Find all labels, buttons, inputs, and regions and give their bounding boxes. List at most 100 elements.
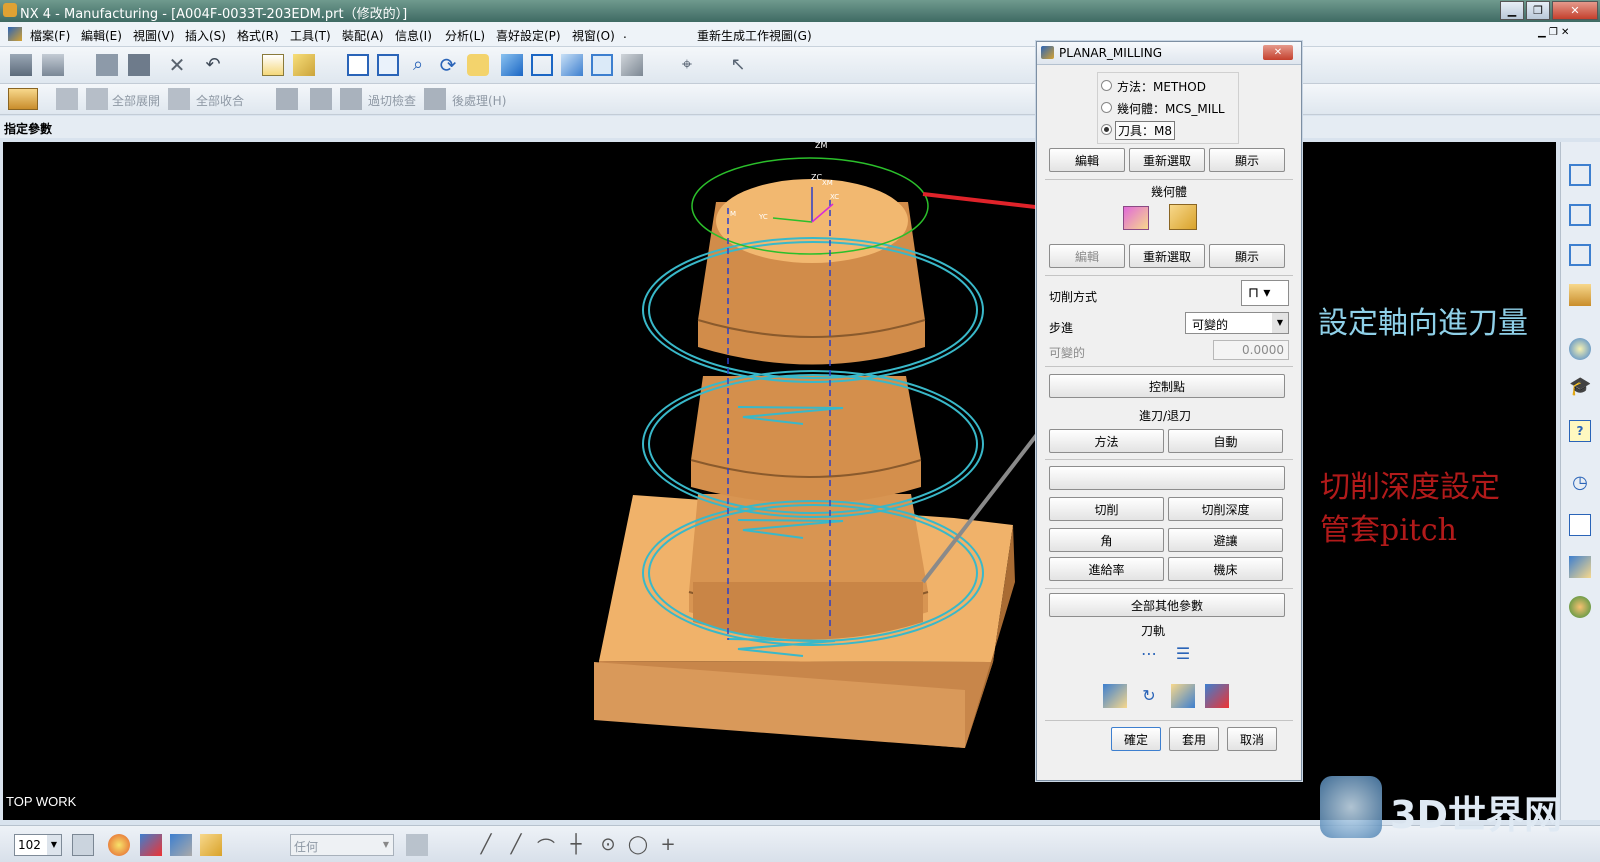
menu-file[interactable]: 檔案(F) bbox=[30, 27, 70, 44]
hidden-edges-icon[interactable] bbox=[561, 54, 583, 76]
program-order-icon[interactable] bbox=[56, 88, 78, 110]
corner-button[interactable]: 角 bbox=[1049, 528, 1164, 552]
fit-icon[interactable] bbox=[347, 54, 369, 76]
menu-edit[interactable]: 編輯(E) bbox=[81, 27, 122, 44]
radio-geometry-label[interactable]: 幾何體：MCS_MILL bbox=[1117, 100, 1225, 117]
history-icon[interactable]: ◷ bbox=[1569, 472, 1591, 494]
step-select[interactable]: 可變的 ▼ bbox=[1185, 312, 1289, 334]
filter-chevron-icon[interactable]: ▼ bbox=[379, 835, 393, 855]
undo-icon[interactable]: ↶ bbox=[202, 54, 224, 76]
arc-icon[interactable]: ⌒ bbox=[535, 834, 557, 859]
view-orient-icon[interactable] bbox=[621, 54, 643, 76]
variable-input[interactable]: 0.0000 bbox=[1213, 340, 1289, 360]
show-hide-icon[interactable] bbox=[140, 834, 162, 856]
edges-icon[interactable] bbox=[591, 54, 613, 76]
measure-icon[interactable] bbox=[262, 54, 284, 76]
post-process-label[interactable]: 後處理(H) bbox=[452, 92, 506, 109]
toolpath-list-icon[interactable]: ☰ bbox=[1171, 642, 1195, 666]
layer-icon[interactable] bbox=[72, 834, 94, 856]
maximize-button[interactable]: ❐ bbox=[1526, 1, 1550, 20]
zoom-icon[interactable]: ⌕ bbox=[407, 54, 429, 76]
snap-view-icon[interactable]: ⌖ bbox=[676, 54, 698, 76]
pencil-icon[interactable] bbox=[293, 54, 315, 76]
menu-format[interactable]: 格式(R) bbox=[237, 27, 279, 44]
expand-all-label[interactable]: 全部展開 bbox=[112, 92, 160, 109]
menu-information[interactable]: 信息(I) bbox=[395, 27, 432, 44]
rotate-icon[interactable]: ⟳ bbox=[437, 54, 459, 76]
machine-icon[interactable] bbox=[1569, 284, 1591, 306]
cancel-button[interactable]: 取消 bbox=[1227, 727, 1277, 751]
close-button[interactable]: ✕ bbox=[1552, 1, 1598, 20]
edit-button[interactable]: 編輯 bbox=[1049, 148, 1125, 172]
blank-icon[interactable] bbox=[170, 834, 192, 856]
menu-assembly[interactable]: 裝配(A) bbox=[342, 27, 384, 44]
menu-more[interactable]: . bbox=[623, 27, 627, 41]
radio-geometry[interactable] bbox=[1101, 102, 1112, 113]
save-icon[interactable] bbox=[128, 54, 150, 76]
menu-analysis[interactable]: 分析(L) bbox=[445, 27, 485, 44]
replay-toolpath-icon[interactable]: ↻ bbox=[1137, 684, 1161, 708]
generate-toolpath-icon[interactable] bbox=[1103, 684, 1127, 708]
chevron-down-icon[interactable]: ▼ bbox=[47, 835, 61, 855]
navigator-icon[interactable] bbox=[1569, 164, 1591, 186]
engage-method-button[interactable]: 方法 bbox=[1049, 429, 1164, 453]
overcut-check-icon[interactable] bbox=[340, 88, 362, 110]
list-toolpath-icon[interactable] bbox=[1205, 684, 1229, 708]
operation-navigator-icon[interactable] bbox=[8, 88, 38, 110]
cut-method-select[interactable]: ⊓ ▾ bbox=[1241, 280, 1289, 306]
blank-wide-button[interactable] bbox=[1049, 466, 1285, 490]
training-icon[interactable]: 🎓 bbox=[1569, 376, 1591, 398]
geometry-edit-button[interactable]: 編輯 bbox=[1049, 244, 1125, 268]
collapse-all-icon[interactable] bbox=[168, 88, 190, 110]
shaded-view-icon[interactable] bbox=[501, 54, 523, 76]
reselect-button[interactable]: 重新選取 bbox=[1129, 148, 1205, 172]
machine-button[interactable]: 機床 bbox=[1168, 557, 1283, 581]
specify-boundary-icon[interactable] bbox=[1169, 204, 1197, 230]
display-button[interactable]: 顯示 bbox=[1209, 148, 1285, 172]
dialog-title-bar[interactable]: PLANAR_MILLING ✕ bbox=[1037, 42, 1301, 65]
open-icon[interactable] bbox=[96, 54, 118, 76]
tool-icon[interactable] bbox=[42, 54, 64, 76]
radio-method-label[interactable]: 方法：METHOD bbox=[1117, 78, 1206, 95]
all-other-params-button[interactable]: 全部其他參數 bbox=[1049, 593, 1285, 617]
overcut-check-label[interactable]: 過切檢查 bbox=[368, 92, 416, 109]
new-part-icon[interactable] bbox=[10, 54, 32, 76]
collapse-all-label[interactable]: 全部收合 bbox=[196, 92, 244, 109]
expand-all-icon[interactable] bbox=[86, 88, 108, 110]
zoom-window-icon[interactable] bbox=[377, 54, 399, 76]
radio-tool[interactable] bbox=[1101, 124, 1112, 135]
operation-icon[interactable] bbox=[1569, 204, 1591, 226]
verify-toolpath-icon[interactable] bbox=[1171, 684, 1195, 708]
geometry-display-button[interactable]: 顯示 bbox=[1209, 244, 1285, 268]
radio-method[interactable] bbox=[1101, 80, 1112, 91]
selection-icon[interactable]: ↖ bbox=[727, 54, 749, 76]
feedrate-button[interactable]: 進給率 bbox=[1049, 557, 1164, 581]
geometry-reselect-button[interactable]: 重新選取 bbox=[1129, 244, 1205, 268]
line-end-icon[interactable]: ╱ bbox=[505, 834, 527, 856]
avoidance-button[interactable]: 避讓 bbox=[1168, 528, 1283, 552]
post-process-icon[interactable] bbox=[424, 88, 446, 110]
line-icon[interactable]: ╱ bbox=[475, 834, 497, 856]
cutting-button[interactable]: 切削 bbox=[1049, 497, 1164, 521]
dialog-close-button[interactable]: ✕ bbox=[1263, 45, 1293, 60]
highlight-icon[interactable] bbox=[200, 834, 222, 856]
replay-icon[interactable] bbox=[310, 88, 332, 110]
apply-button[interactable]: 套用 bbox=[1169, 727, 1219, 751]
filter-select[interactable]: 任何 ▼ bbox=[290, 834, 394, 856]
help-icon[interactable]: ? bbox=[1569, 420, 1591, 442]
wireframe-view-icon[interactable] bbox=[531, 54, 553, 76]
circle-icon[interactable]: ◯ bbox=[627, 834, 649, 856]
intersection-icon[interactable]: ┼ bbox=[565, 834, 587, 856]
center-icon[interactable]: ⊙ bbox=[597, 834, 619, 856]
control-points-button[interactable]: 控制點 bbox=[1049, 374, 1285, 398]
delete-icon[interactable]: ✕ bbox=[166, 54, 188, 76]
specify-part-icon[interactable] bbox=[1123, 206, 1149, 230]
step-chevron-icon[interactable]: ▼ bbox=[1272, 313, 1288, 333]
roles-icon[interactable] bbox=[1569, 596, 1591, 618]
menu-preferences[interactable]: 喜好設定(P) bbox=[496, 27, 561, 44]
toolpath-edit-icon[interactable]: ⋯ bbox=[1137, 642, 1161, 666]
list-icon[interactable] bbox=[1569, 514, 1591, 536]
menu-tools[interactable]: 工具(T) bbox=[290, 27, 331, 44]
menu-regenerate-view[interactable]: 重新生成工作視圖(G) bbox=[697, 27, 812, 44]
zoom-select[interactable]: 102 ▼ bbox=[14, 834, 62, 856]
